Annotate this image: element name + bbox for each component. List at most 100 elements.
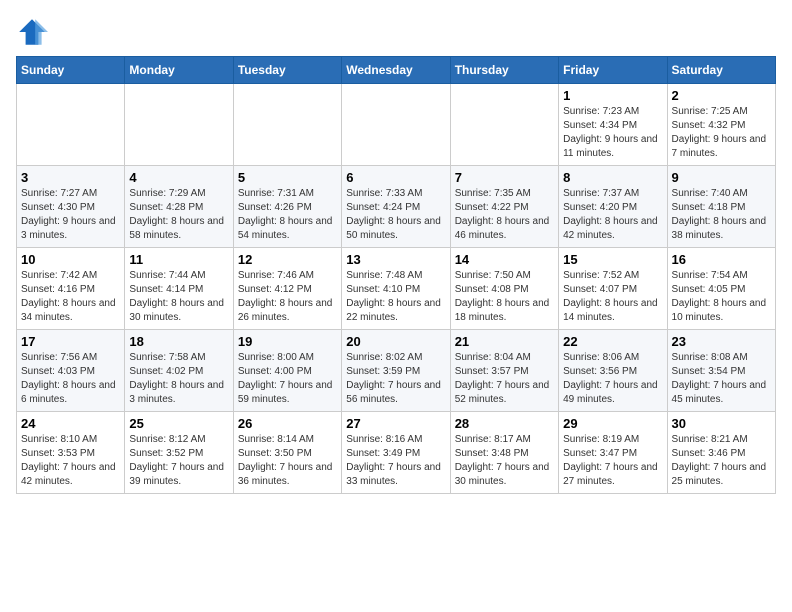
day-number: 9 [672, 170, 771, 185]
calendar-cell [342, 84, 450, 166]
calendar-cell: 1 Sunrise: 7:23 AM Sunset: 4:34 PM Daylig… [559, 84, 667, 166]
day-info: Sunrise: 7:25 AM Sunset: 4:32 PM Dayligh… [672, 105, 771, 161]
day-info: Sunrise: 7:46 AM Sunset: 4:12 PM Dayligh… [238, 269, 337, 325]
calendar-cell: 23 Sunrise: 8:08 AM Sunset: 3:54 PM Dayli… [667, 330, 775, 412]
col-header-sunday: Sunday [17, 57, 125, 84]
day-number: 27 [346, 416, 445, 431]
calendar-cell: 10 Sunrise: 7:42 AM Sunset: 4:16 PM Dayli… [17, 248, 125, 330]
calendar-cell: 11 Sunrise: 7:44 AM Sunset: 4:14 PM Dayli… [125, 248, 233, 330]
day-number: 19 [238, 334, 337, 349]
calendar-cell: 7 Sunrise: 7:35 AM Sunset: 4:22 PM Daylig… [450, 166, 558, 248]
col-header-thursday: Thursday [450, 57, 558, 84]
day-info: Sunrise: 7:23 AM Sunset: 4:34 PM Dayligh… [563, 105, 662, 161]
day-info: Sunrise: 7:33 AM Sunset: 4:24 PM Dayligh… [346, 187, 445, 243]
day-info: Sunrise: 8:02 AM Sunset: 3:59 PM Dayligh… [346, 351, 445, 407]
day-info: Sunrise: 8:14 AM Sunset: 3:50 PM Dayligh… [238, 433, 337, 489]
calendar-week-5: 24Sunrise: 8:10 AM Sunset: 3:53 PM Dayli… [17, 412, 776, 494]
calendar-week-2: 3 Sunrise: 7:27 AM Sunset: 4:30 PM Daylig… [17, 166, 776, 248]
calendar-cell: 3 Sunrise: 7:27 AM Sunset: 4:30 PM Daylig… [17, 166, 125, 248]
day-info: Sunrise: 7:37 AM Sunset: 4:20 PM Dayligh… [563, 187, 662, 243]
calendar-cell: 25 Sunrise: 8:12 AM Sunset: 3:52 PM Dayli… [125, 412, 233, 494]
day-number: 14 [455, 252, 554, 267]
calendar-cell [233, 84, 341, 166]
calendar-cell: 19 Sunrise: 8:00 AM Sunset: 4:00 PM Dayli… [233, 330, 341, 412]
day-number: 29 [563, 416, 662, 431]
day-info: Sunrise: 7:54 AM Sunset: 4:05 PM Dayligh… [672, 269, 771, 325]
day-number: 10 [21, 252, 120, 267]
col-header-saturday: Saturday [667, 57, 775, 84]
calendar-cell: 30 Sunrise: 8:21 AM Sunset: 3:46 PM Dayli… [667, 412, 775, 494]
day-number: 8 [563, 170, 662, 185]
calendar-week-3: 10 Sunrise: 7:42 AM Sunset: 4:16 PM Dayli… [17, 248, 776, 330]
day-info: Sunrise: 7:27 AM Sunset: 4:30 PM Dayligh… [21, 187, 120, 243]
calendar-cell: 9Sunrise: 7:40 AM Sunset: 4:18 PM Daylig… [667, 166, 775, 248]
day-info: Sunrise: 8:19 AM Sunset: 3:47 PM Dayligh… [563, 433, 662, 489]
calendar-cell: 8 Sunrise: 7:37 AM Sunset: 4:20 PM Daylig… [559, 166, 667, 248]
day-number: 2 [672, 88, 771, 103]
calendar-cell: 28 Sunrise: 8:17 AM Sunset: 3:48 PM Dayli… [450, 412, 558, 494]
calendar-cell [450, 84, 558, 166]
calendar-cell: 4Sunrise: 7:29 AM Sunset: 4:28 PM Daylig… [125, 166, 233, 248]
day-number: 5 [238, 170, 337, 185]
day-info: Sunrise: 7:42 AM Sunset: 4:16 PM Dayligh… [21, 269, 120, 325]
calendar-cell: 24Sunrise: 8:10 AM Sunset: 3:53 PM Dayli… [17, 412, 125, 494]
day-number: 11 [129, 252, 228, 267]
calendar-cell: 17Sunrise: 7:56 AM Sunset: 4:03 PM Dayli… [17, 330, 125, 412]
col-header-wednesday: Wednesday [342, 57, 450, 84]
day-info: Sunrise: 8:12 AM Sunset: 3:52 PM Dayligh… [129, 433, 228, 489]
calendar-cell: 20 Sunrise: 8:02 AM Sunset: 3:59 PM Dayli… [342, 330, 450, 412]
day-number: 22 [563, 334, 662, 349]
day-number: 1 [563, 88, 662, 103]
day-info: Sunrise: 8:21 AM Sunset: 3:46 PM Dayligh… [672, 433, 771, 489]
day-info: Sunrise: 7:52 AM Sunset: 4:07 PM Dayligh… [563, 269, 662, 325]
day-number: 30 [672, 416, 771, 431]
calendar-cell: 26 Sunrise: 8:14 AM Sunset: 3:50 PM Dayli… [233, 412, 341, 494]
col-header-monday: Monday [125, 57, 233, 84]
day-number: 26 [238, 416, 337, 431]
day-number: 23 [672, 334, 771, 349]
day-info: Sunrise: 8:00 AM Sunset: 4:00 PM Dayligh… [238, 351, 337, 407]
day-number: 24 [21, 416, 120, 431]
day-number: 28 [455, 416, 554, 431]
calendar-cell: 6 Sunrise: 7:33 AM Sunset: 4:24 PM Daylig… [342, 166, 450, 248]
calendar-cell: 13 Sunrise: 7:48 AM Sunset: 4:10 PM Dayli… [342, 248, 450, 330]
day-info: Sunrise: 8:06 AM Sunset: 3:56 PM Dayligh… [563, 351, 662, 407]
day-number: 16 [672, 252, 771, 267]
day-number: 18 [129, 334, 228, 349]
calendar-cell: 2 Sunrise: 7:25 AM Sunset: 4:32 PM Daylig… [667, 84, 775, 166]
day-number: 4 [129, 170, 228, 185]
day-number: 15 [563, 252, 662, 267]
calendar: SundayMondayTuesdayWednesdayThursdayFrid… [16, 56, 776, 494]
day-info: Sunrise: 8:04 AM Sunset: 3:57 PM Dayligh… [455, 351, 554, 407]
calendar-cell: 22 Sunrise: 8:06 AM Sunset: 3:56 PM Dayli… [559, 330, 667, 412]
calendar-cell: 12 Sunrise: 7:46 AM Sunset: 4:12 PM Dayli… [233, 248, 341, 330]
day-number: 3 [21, 170, 120, 185]
day-number: 12 [238, 252, 337, 267]
col-header-tuesday: Tuesday [233, 57, 341, 84]
day-number: 17 [21, 334, 120, 349]
logo [16, 16, 52, 48]
calendar-cell: 14 Sunrise: 7:50 AM Sunset: 4:08 PM Dayli… [450, 248, 558, 330]
logo-icon [16, 16, 48, 48]
calendar-cell: 29 Sunrise: 8:19 AM Sunset: 3:47 PM Dayli… [559, 412, 667, 494]
day-info: Sunrise: 7:44 AM Sunset: 4:14 PM Dayligh… [129, 269, 228, 325]
col-header-friday: Friday [559, 57, 667, 84]
calendar-cell: 16 Sunrise: 7:54 AM Sunset: 4:05 PM Dayli… [667, 248, 775, 330]
day-number: 20 [346, 334, 445, 349]
day-number: 6 [346, 170, 445, 185]
calendar-cell: 5 Sunrise: 7:31 AM Sunset: 4:26 PM Daylig… [233, 166, 341, 248]
day-number: 25 [129, 416, 228, 431]
day-info: Sunrise: 7:48 AM Sunset: 4:10 PM Dayligh… [346, 269, 445, 325]
day-number: 13 [346, 252, 445, 267]
day-info: Sunrise: 8:08 AM Sunset: 3:54 PM Dayligh… [672, 351, 771, 407]
calendar-cell: 15 Sunrise: 7:52 AM Sunset: 4:07 PM Dayli… [559, 248, 667, 330]
day-info: Sunrise: 7:50 AM Sunset: 4:08 PM Dayligh… [455, 269, 554, 325]
day-number: 21 [455, 334, 554, 349]
day-info: Sunrise: 7:31 AM Sunset: 4:26 PM Dayligh… [238, 187, 337, 243]
calendar-week-4: 17Sunrise: 7:56 AM Sunset: 4:03 PM Dayli… [17, 330, 776, 412]
day-info: Sunrise: 8:17 AM Sunset: 3:48 PM Dayligh… [455, 433, 554, 489]
day-info: Sunrise: 7:35 AM Sunset: 4:22 PM Dayligh… [455, 187, 554, 243]
calendar-cell: 18Sunrise: 7:58 AM Sunset: 4:02 PM Dayli… [125, 330, 233, 412]
day-number: 7 [455, 170, 554, 185]
calendar-cell [17, 84, 125, 166]
